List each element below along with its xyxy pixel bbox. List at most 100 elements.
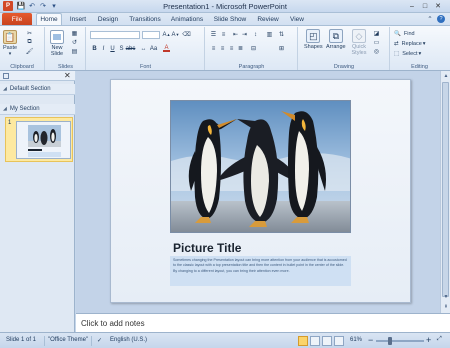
tab-design[interactable]: Design	[94, 13, 122, 25]
arrange-button[interactable]: ⧉ Arrange	[326, 29, 346, 50]
bold-icon[interactable]: B	[91, 45, 98, 52]
reading-view-button[interactable]	[322, 336, 332, 346]
numbering-icon[interactable]: ≡	[220, 31, 227, 38]
close-pane-icon[interactable]: ✕	[64, 71, 71, 80]
minimize-button[interactable]: –	[406, 1, 418, 11]
find-button[interactable]: 🔍 Find	[394, 30, 415, 37]
prev-slide-icon[interactable]: ⇞	[441, 302, 450, 312]
tab-view[interactable]: View	[286, 13, 308, 25]
collapse-triangle-icon[interactable]: ◢	[3, 86, 7, 92]
replace-button[interactable]: ⇄ Replace ▾	[394, 40, 426, 47]
tab-transitions[interactable]: Transitions	[127, 13, 163, 25]
zoom-slider-thumb[interactable]	[387, 337, 392, 345]
bullets-icon[interactable]: ☰	[210, 31, 217, 38]
select-icon: ⬚	[394, 50, 400, 57]
font-size-combo[interactable]	[142, 31, 160, 39]
format-painter-icon[interactable]: 🖌	[26, 48, 34, 55]
customize-quick-access-icon[interactable]: ▾	[49, 1, 59, 11]
font-color-icon[interactable]: A	[163, 45, 170, 52]
cut-icon[interactable]: ✂	[26, 30, 33, 37]
scroll-down-icon[interactable]: ▼	[441, 292, 450, 302]
tab-slide-show[interactable]: Slide Show	[211, 13, 249, 25]
change-case-icon[interactable]: Aa	[150, 45, 157, 52]
shape-outline-icon[interactable]: ▭	[373, 39, 380, 46]
section-default[interactable]: ◢ Default Section	[0, 84, 75, 95]
maximize-button[interactable]: □	[419, 1, 431, 11]
character-spacing-icon[interactable]: ↔	[140, 45, 147, 52]
tab-insert[interactable]: Insert	[66, 13, 90, 25]
select-button[interactable]: ⬚ Select ▾	[394, 50, 421, 57]
paragraph-group: ☰ ≡ ⇤ ⇥ ↕ ▥ ⇅ ≡ ≡ ≡ ≣ ⊟ ⊞ Paragraph	[206, 27, 298, 70]
font-name-combo[interactable]	[90, 31, 140, 39]
zoom-slider[interactable]	[376, 340, 424, 342]
normal-view-button[interactable]	[298, 336, 308, 346]
slide-thumbnail-selected[interactable]: 1	[5, 117, 73, 162]
smartart-icon[interactable]: ⊞	[278, 45, 285, 52]
clear-formatting-icon[interactable]: ⌫	[182, 31, 190, 38]
undo-icon[interactable]: ↶	[27, 1, 37, 11]
powerpoint-app-icon[interactable]: P	[3, 1, 13, 11]
slide-indicator[interactable]: Slide 1 of 1	[6, 337, 36, 343]
paste-button[interactable]: 📋 Paste ▾	[3, 30, 17, 57]
layout-icon[interactable]: ▦	[71, 30, 78, 37]
strikethrough-icon[interactable]: abc	[126, 45, 136, 52]
fit-to-window-icon[interactable]: ⤢	[437, 336, 442, 343]
spelling-icon[interactable]: ✓	[97, 337, 102, 344]
zoom-out-icon[interactable]: −	[368, 335, 373, 345]
close-button[interactable]: ✕	[432, 1, 444, 11]
italic-icon[interactable]: I	[100, 45, 107, 52]
slide-canvas[interactable]: Picture Title Sometimes changing the Pre…	[110, 79, 411, 303]
justify-icon[interactable]: ≣	[237, 45, 244, 52]
help-icon[interactable]: ?	[436, 13, 446, 25]
slides-tab-icon[interactable]	[3, 73, 9, 79]
shapes-icon: ◰	[306, 29, 321, 43]
tab-animations[interactable]: Animations	[168, 13, 206, 25]
redo-icon[interactable]: ↷	[38, 1, 48, 11]
slide-body-text[interactable]: Sometimes changing the Presentation layo…	[170, 256, 351, 286]
align-right-icon[interactable]: ≡	[228, 45, 235, 52]
paste-icon: 📋	[3, 30, 18, 44]
shadow-icon[interactable]: S	[118, 45, 125, 52]
scroll-up-icon[interactable]: ▲	[441, 71, 450, 81]
slide-sorter-view-button[interactable]	[310, 336, 320, 346]
shrink-font-icon[interactable]: A ▼	[172, 31, 180, 38]
language-indicator[interactable]: English (U.S.)	[110, 337, 147, 343]
reset-icon[interactable]: ↺	[71, 39, 78, 46]
minimize-ribbon-icon[interactable]: ⌃	[425, 13, 435, 25]
notes-pane[interactable]: Click to add notes	[76, 313, 450, 332]
save-icon[interactable]: 💾	[16, 1, 26, 11]
grow-font-icon[interactable]: A ▲	[163, 31, 171, 38]
theme-indicator[interactable]: "Office Theme"	[48, 337, 88, 343]
align-text-icon[interactable]: ⊟	[250, 45, 257, 52]
align-left-icon[interactable]: ≡	[210, 45, 217, 52]
slide-show-view-button[interactable]	[334, 336, 344, 346]
slide-thumbnail[interactable]	[16, 121, 71, 159]
slide-title[interactable]: Picture Title	[173, 241, 241, 255]
new-slide-button[interactable]: New Slide	[49, 30, 65, 57]
increase-indent-icon[interactable]: ⇥	[241, 31, 248, 38]
section-my-section[interactable]: ◢ My Section	[0, 104, 75, 115]
slides-group-label: Slides	[58, 64, 73, 70]
decrease-indent-icon[interactable]: ⇤	[232, 31, 239, 38]
tab-review[interactable]: Review	[254, 13, 282, 25]
zoom-in-icon[interactable]: +	[426, 335, 431, 345]
zoom-level[interactable]: 61%	[350, 337, 362, 343]
shapes-button[interactable]: ◰ Shapes	[304, 29, 323, 50]
shape-fill-icon[interactable]: ◪	[373, 30, 380, 37]
columns-icon[interactable]: ▥	[266, 31, 273, 38]
align-center-icon[interactable]: ≡	[219, 45, 226, 52]
vertical-scrollbar[interactable]: ▲ ▼ ⇞	[440, 71, 450, 313]
scroll-thumb[interactable]	[442, 82, 449, 297]
notes-placeholder[interactable]: Click to add notes	[81, 319, 145, 328]
line-spacing-icon[interactable]: ↕	[252, 31, 259, 38]
tab-file[interactable]: File	[2, 13, 32, 25]
underline-icon[interactable]: U	[109, 45, 116, 52]
text-direction-icon[interactable]: ⇅	[278, 31, 285, 38]
shape-effects-icon[interactable]: ◎	[373, 48, 380, 55]
section-icon[interactable]: ▤	[71, 48, 78, 55]
copy-icon[interactable]: ⧉	[26, 39, 33, 46]
penguins-picture[interactable]	[170, 100, 351, 233]
quick-styles-button[interactable]: ◇ Quick Styles	[349, 29, 369, 56]
collapse-triangle-icon[interactable]: ◢	[3, 106, 7, 112]
tab-home[interactable]: Home	[36, 13, 62, 25]
